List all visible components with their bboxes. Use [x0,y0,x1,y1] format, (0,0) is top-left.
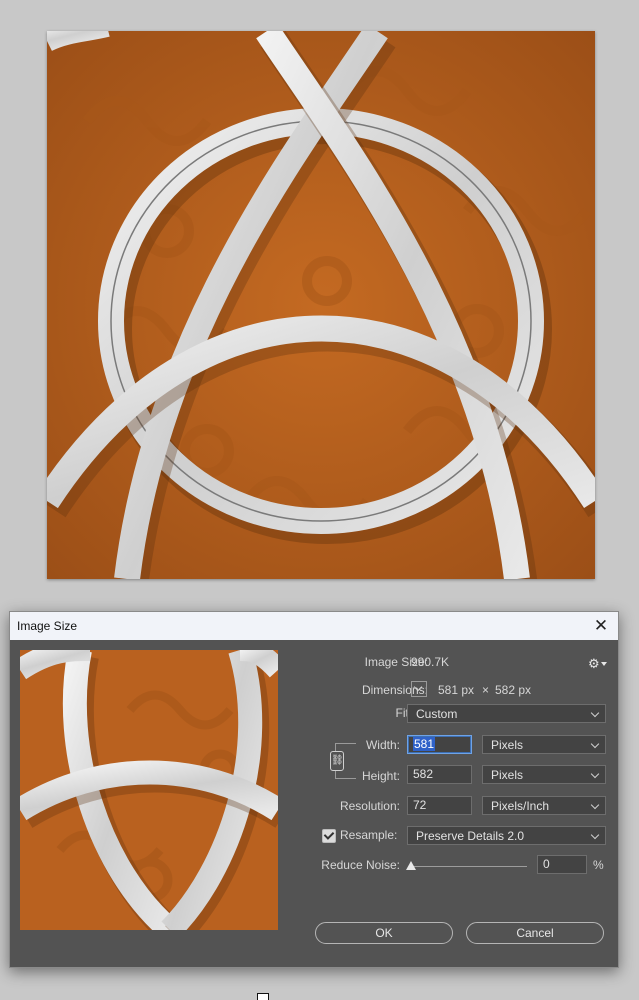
resolution-value: 72 [413,798,427,812]
preview-artwork [20,650,278,930]
resample-label: Resample: [340,828,398,842]
resample-dropdown[interactable]: Preserve Details 2.0 [407,826,606,845]
height-value: 582 [413,767,434,781]
height-label: Height: [361,769,400,783]
dimensions-height: 582 px [495,683,532,697]
dimensions-width: 581 px [438,683,475,697]
gear-icon[interactable]: ⚙ [588,656,607,672]
resolution-unit: Pixels/Inch [491,799,550,813]
resample-value: Preserve Details 2.0 [416,829,525,843]
fit-to-value: Custom [416,707,458,721]
height-unit: Pixels [491,768,524,782]
cancel-button[interactable]: Cancel [466,922,604,944]
dimensions-unit-toggle[interactable] [411,681,427,697]
reduce-noise-label: Reduce Noise: [321,858,400,872]
fit-to-dropdown[interactable]: Custom [407,704,606,723]
resolution-input[interactable]: 72 [407,796,472,815]
width-unit-dropdown[interactable]: Pixels [482,735,606,754]
image-size-dialog: Image Size ✕ Image Size: 990.7K ⚙ Dimens… [9,611,619,968]
dimensions-times: × [482,683,490,697]
chevron-down-icon [590,830,600,840]
reduce-noise-input[interactable]: 0 [537,855,587,874]
reduce-noise-slider-track[interactable] [411,866,527,867]
resample-checkbox[interactable] [322,829,336,843]
chevron-down-icon [590,739,600,749]
width-value: 581 [413,737,436,751]
dialog-title: Image Size [17,619,78,633]
close-icon[interactable]: ✕ [590,615,612,637]
triquetra-artwork [47,31,595,579]
dialog-titlebar[interactable]: Image Size ✕ [10,612,618,640]
ok-button[interactable]: OK [315,922,453,944]
image-size-value: 990.7K [411,655,450,669]
reduce-noise-percent: % [593,858,604,872]
chain-link-icon[interactable]: ⛓ [330,751,344,771]
resolution-unit-dropdown[interactable]: Pixels/Inch [482,796,606,815]
height-unit-dropdown[interactable]: Pixels [482,765,606,784]
image-preview[interactable] [20,650,278,930]
chevron-down-icon [590,708,600,718]
resolution-label: Resolution: [339,799,400,813]
artwork-canvas [47,31,595,579]
reduce-noise-value: 0 [543,857,550,871]
chevron-down-icon [590,769,600,779]
width-unit: Pixels [491,738,524,752]
chevron-down-icon [590,800,600,810]
reduce-noise-slider-thumb[interactable] [406,861,416,870]
width-label: Width: [365,738,400,752]
height-input[interactable]: 582 [407,765,472,784]
width-input[interactable]: 581 [407,735,472,754]
